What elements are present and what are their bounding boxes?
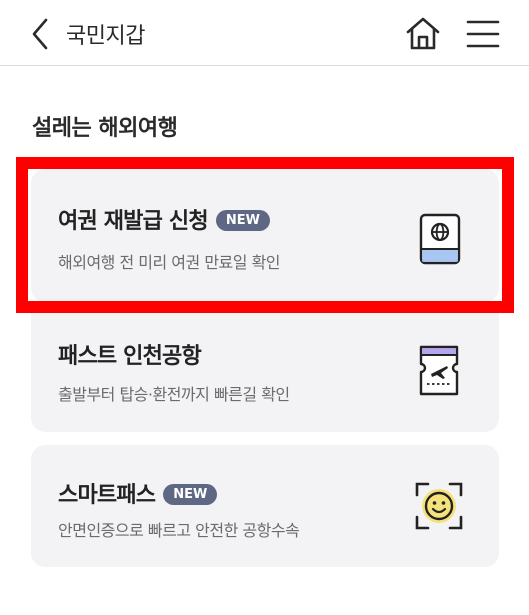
card-description: 출발부터 탑승·환전까지 빠른길 확인 [58,385,290,404]
card-smart-pass[interactable]: 스마트패스 NEW 안면인증으로 빠르고 안전한 공항수속 [31,445,499,567]
card-fast-incheon-airport[interactable]: 패스트 인천공항 출발부터 탑승·환전까지 빠른길 확인 [31,304,499,432]
card-title-wrap: 여권 재발급 신청 NEW [58,203,270,235]
card-passport-reissue[interactable]: 여권 재발급 신청 NEW 해외여행 전 미리 여권 만료일 확인 [31,169,499,302]
page-title: 국민지갑 [66,24,145,49]
home-button[interactable] [404,16,442,52]
card-description: 해외여행 전 미리 여권 만료일 확인 [58,253,281,272]
hamburger-menu-icon [466,20,500,48]
card-description: 안면인증으로 빠르고 안전한 공항수속 [58,521,300,540]
back-button[interactable] [26,16,56,52]
airplane-ticket-icon [419,345,459,396]
new-badge: NEW [215,209,270,231]
new-badge: NEW [163,483,218,505]
card-title-wrap: 스마트패스 NEW [58,477,218,509]
menu-button[interactable] [466,18,500,50]
app-header: 국민지갑 [0,0,529,66]
section-title: 설레는 해외여행 [32,116,178,141]
face-scan-icon [415,482,463,530]
card-title: 패스트 인천공항 [58,344,202,369]
chevron-left-icon [32,18,48,50]
card-title: 여권 재발급 신청 [58,209,209,234]
home-icon [406,17,440,50]
passport-icon [419,213,461,265]
card-title: 스마트패스 [58,483,156,508]
